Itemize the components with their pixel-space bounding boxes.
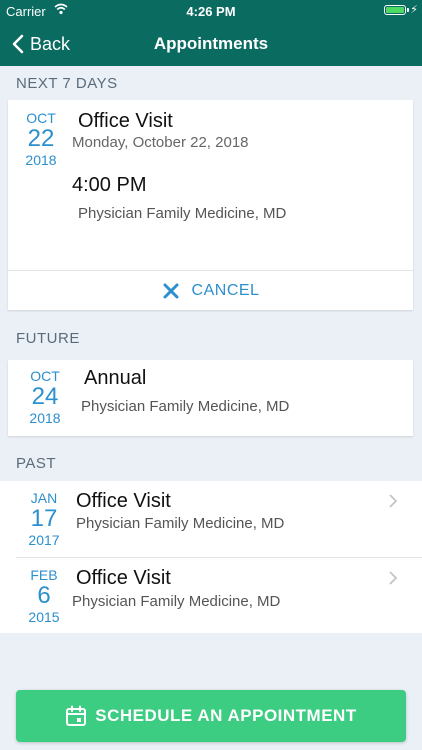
appointment-date-badge: OCT 24 2018: [14, 368, 76, 426]
appointment-provider: Physician Family Medicine, MD: [81, 398, 290, 415]
battery-cap: [407, 8, 409, 12]
date-month: FEB: [30, 567, 58, 583]
section-header-future: FUTURE: [16, 330, 80, 347]
date-day: 24: [31, 383, 59, 410]
cancel-appointment-button[interactable]: CANCEL: [8, 271, 413, 311]
status-time: 4:26 PM: [186, 4, 236, 19]
chevron-right-icon: [389, 494, 398, 508]
appointment-provider: Physician Family Medicine, MD: [76, 515, 285, 532]
section-header-next-7-days: NEXT 7 DAYS: [16, 75, 118, 92]
navigation-bar: Back Appointments: [0, 22, 422, 66]
schedule-appointment-button[interactable]: SCHEDULE AN APPOINTMENT: [16, 690, 406, 742]
date-year: 2018: [29, 410, 61, 426]
past-appointment-row[interactable]: FEB 6 2015 Office Visit Physician Family…: [0, 558, 422, 634]
past-appointment-row[interactable]: JAN 17 2017 Office Visit Physician Famil…: [0, 481, 422, 557]
appointment-title: Office Visit: [76, 567, 171, 589]
appointment-time: 4:00 PM: [72, 174, 147, 196]
section-header-past: PAST: [16, 455, 57, 472]
close-icon: [163, 283, 179, 299]
battery-icon: [384, 5, 406, 15]
date-month: JAN: [30, 490, 58, 506]
status-bar: Carrier 4:26 PM ⚡: [0, 0, 422, 22]
date-year: 2017: [28, 532, 60, 548]
appointment-date-badge: FEB 6 2015: [13, 567, 75, 625]
appointment-title: Office Visit: [78, 110, 173, 132]
calendar-icon: [66, 705, 87, 726]
date-year: 2018: [25, 152, 57, 168]
appointment-date-badge: JAN 17 2017: [13, 490, 75, 548]
top-bar: Carrier 4:26 PM ⚡ Back Appointments: [0, 0, 422, 66]
date-month: OCT: [26, 110, 56, 126]
appointment-title: Office Visit: [76, 490, 171, 512]
appointment-title: Annual: [84, 367, 147, 389]
date-year: 2015: [28, 609, 60, 625]
page-title: Appointments: [153, 34, 269, 53]
date-day: 22: [27, 125, 55, 152]
chevron-right-icon: [389, 571, 398, 585]
upcoming-appointment-card[interactable]: OCT 22 2018 Office Visit Monday, October…: [8, 100, 413, 310]
appointment-provider: Physician Family Medicine, MD: [78, 205, 287, 222]
charging-icon: ⚡: [410, 4, 418, 16]
date-day: 17: [30, 505, 58, 532]
appointment-provider: Physician Family Medicine, MD: [72, 593, 281, 610]
date-day: 6: [37, 582, 51, 609]
cancel-label: CANCEL: [191, 282, 260, 299]
schedule-label: SCHEDULE AN APPOINTMENT: [95, 706, 357, 725]
future-appointment-card[interactable]: OCT 24 2018 Annual Physician Family Medi…: [8, 360, 413, 436]
date-month: OCT: [30, 368, 60, 384]
past-appointments-list: JAN 17 2017 Office Visit Physician Famil…: [0, 481, 422, 633]
appointment-date-text: Monday, October 22, 2018: [72, 134, 249, 151]
appointment-date-badge: OCT 22 2018: [10, 110, 72, 168]
